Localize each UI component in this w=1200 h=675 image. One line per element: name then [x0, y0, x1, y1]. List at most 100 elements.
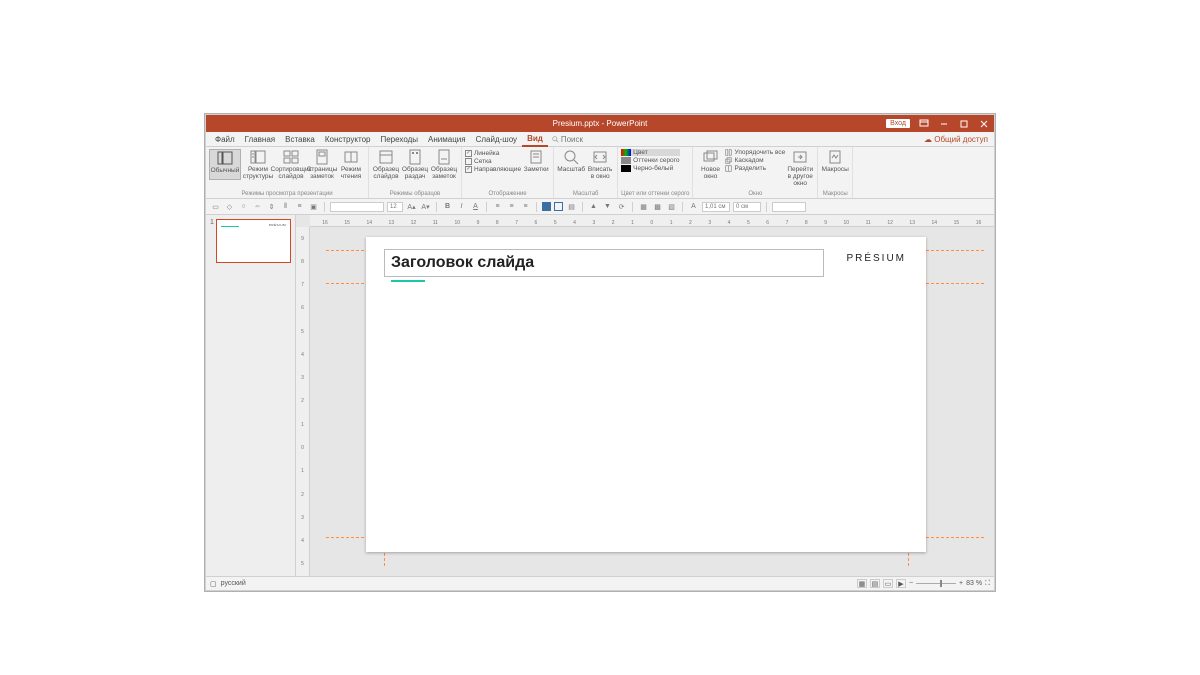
- qat-cursor-icon[interactable]: ▭: [210, 201, 221, 212]
- align-left-icon[interactable]: ≡: [492, 201, 503, 212]
- color-mode-bw[interactable]: Черно-белый: [621, 165, 679, 172]
- font-size-input[interactable]: 12: [387, 202, 403, 212]
- status-reading-view-icon[interactable]: ▭: [883, 579, 893, 588]
- share-button[interactable]: ☁ Общий доступ: [924, 135, 988, 144]
- view-outline-button[interactable]: Режим структуры: [242, 149, 274, 180]
- more3-icon[interactable]: ▧: [666, 201, 677, 212]
- tab-transitions[interactable]: Переходы: [375, 133, 423, 146]
- group-label-views: Режимы просмотра презентации: [209, 191, 365, 197]
- tab-slideshow[interactable]: Слайд-шоу: [471, 133, 522, 146]
- qat-dist-icon[interactable]: ⫴: [280, 201, 291, 212]
- status-slideshow-icon[interactable]: ▶: [896, 579, 906, 588]
- view-notes-page-button[interactable]: Страницы заметок: [308, 149, 336, 180]
- font-family-input[interactable]: [330, 202, 384, 212]
- switch-window-button[interactable]: Перейти в другое окно: [786, 149, 814, 187]
- minimize-icon[interactable]: [934, 115, 954, 132]
- reading-view-icon: [343, 149, 359, 165]
- view-sorter-button[interactable]: Сортировщик слайдов: [275, 149, 307, 180]
- ribbon-options-icon[interactable]: [914, 115, 934, 132]
- split-button[interactable]: Разделить: [725, 165, 785, 172]
- tab-animation[interactable]: Анимация: [423, 133, 471, 146]
- zoom-button[interactable]: Масштаб: [557, 149, 585, 180]
- zoom-in-icon[interactable]: +: [959, 580, 963, 587]
- notes-master-button[interactable]: Образец заметок: [430, 149, 458, 180]
- italic-icon[interactable]: I: [456, 201, 467, 212]
- cascade-button[interactable]: Каскадом: [725, 157, 785, 164]
- increase-font-icon[interactable]: A▴: [406, 201, 417, 212]
- check-grid[interactable]: Сетка: [465, 158, 521, 165]
- tab-view[interactable]: Вид: [522, 132, 548, 147]
- fit-window-button[interactable]: Вписать в окно: [586, 149, 614, 180]
- zoom-out-icon[interactable]: −: [909, 580, 913, 587]
- status-normal-view-icon[interactable]: ▦: [857, 579, 867, 588]
- width-input[interactable]: 1,01 см: [702, 202, 730, 212]
- tab-insert[interactable]: Вставка: [280, 133, 320, 146]
- outline-color-icon[interactable]: [554, 202, 563, 211]
- zoom-slider[interactable]: [916, 583, 956, 584]
- view-reading-button[interactable]: Режим чтения: [337, 149, 365, 180]
- group-label-macros: Макросы: [821, 191, 849, 197]
- align-right-icon[interactable]: ≡: [520, 201, 531, 212]
- qat-shape-icon[interactable]: ◇: [224, 201, 235, 212]
- qat-shape2-icon[interactable]: ○: [238, 201, 249, 212]
- more-icon[interactable]: ▦: [638, 201, 649, 212]
- ruler-horizontal[interactable]: 1615141312111098765432101234567891011121…: [310, 215, 994, 227]
- tab-home[interactable]: Главная: [240, 133, 280, 146]
- more2-icon[interactable]: ▩: [652, 201, 663, 212]
- bold-icon[interactable]: B: [442, 201, 453, 212]
- qat-group-icon[interactable]: ▣: [308, 201, 319, 212]
- qat-align-icon[interactable]: ⇔: [252, 201, 263, 212]
- view-normal-button[interactable]: Обычный: [209, 149, 241, 180]
- tell-me-search[interactable]: Поиск: [552, 135, 583, 144]
- handout-master-button[interactable]: Образец раздач: [401, 149, 429, 180]
- text-effects-icon[interactable]: A: [688, 201, 699, 212]
- switch-window-icon: [792, 149, 808, 165]
- notes-button[interactable]: Заметки: [522, 149, 550, 173]
- height-input[interactable]: 0 см: [733, 202, 761, 212]
- slide-title-placeholder[interactable]: Заголовок слайда: [384, 249, 824, 277]
- check-ruler[interactable]: ✓Линейка: [465, 150, 521, 157]
- color-mode-color[interactable]: Цвет: [621, 149, 679, 156]
- status-sorter-view-icon[interactable]: ▤: [870, 579, 880, 588]
- fill-color-icon[interactable]: [542, 202, 551, 211]
- macros-icon: [827, 149, 843, 165]
- font-color-icon[interactable]: A: [470, 201, 481, 212]
- maximize-icon[interactable]: [954, 115, 974, 132]
- ribbon-group-show: ✓Линейка Сетка ✓Направляющие Заметки Ото…: [462, 147, 554, 198]
- decrease-font-icon[interactable]: A▾: [420, 201, 431, 212]
- format-icon[interactable]: ▤: [566, 201, 577, 212]
- fit-slide-icon[interactable]: ⛶: [985, 580, 990, 588]
- new-window-icon: [702, 149, 718, 165]
- send-back-icon[interactable]: ▼: [602, 201, 613, 212]
- color-mode-grayscale[interactable]: Оттенки серого: [621, 157, 679, 164]
- macros-button[interactable]: Макросы: [821, 149, 849, 173]
- slide-thumbnails-panel[interactable]: 1 PRÉSIUM: [206, 215, 296, 576]
- zoom-value[interactable]: 83 %: [966, 580, 982, 587]
- extra-input[interactable]: [772, 202, 806, 212]
- slide-master-button[interactable]: Образец слайдов: [372, 149, 400, 180]
- bring-front-icon[interactable]: ▲: [588, 201, 599, 212]
- brand-logo-text: PRÉSIUM: [846, 253, 906, 264]
- group-label-window: Окно: [696, 191, 814, 197]
- qat-dist2-icon[interactable]: ≡: [294, 201, 305, 212]
- spellcheck-icon[interactable]: ▢: [210, 580, 217, 588]
- notes-icon: [528, 149, 544, 165]
- slide-canvas[interactable]: Заголовок слайда PRÉSIUM: [366, 237, 926, 552]
- close-icon[interactable]: [974, 115, 994, 132]
- status-language[interactable]: русский: [221, 580, 246, 587]
- ribbon-group-macros: Макросы Макросы: [818, 147, 853, 198]
- slide-thumbnail-1[interactable]: PRÉSIUM: [216, 219, 291, 263]
- signin-button[interactable]: Вход: [886, 119, 910, 128]
- arrange-all-button[interactable]: Упорядочить все: [725, 149, 785, 156]
- ribbon-group-views: Обычный Режим структуры Сортировщик слай…: [206, 147, 369, 198]
- check-guides[interactable]: ✓Направляющие: [465, 166, 521, 173]
- ruler-vertical[interactable]: 987654321012345: [296, 227, 310, 576]
- tab-design[interactable]: Конструктор: [320, 133, 376, 146]
- rotate-icon[interactable]: ⟳: [616, 201, 627, 212]
- tab-file[interactable]: Файл: [210, 133, 240, 146]
- align-center-icon[interactable]: ≡: [506, 201, 517, 212]
- ribbon-group-zoom: Масштаб Вписать в окно Масштаб: [554, 147, 618, 198]
- normal-view-icon: [217, 150, 233, 166]
- qat-align2-icon[interactable]: ⇕: [266, 201, 277, 212]
- new-window-button[interactable]: Новое окно: [696, 149, 724, 187]
